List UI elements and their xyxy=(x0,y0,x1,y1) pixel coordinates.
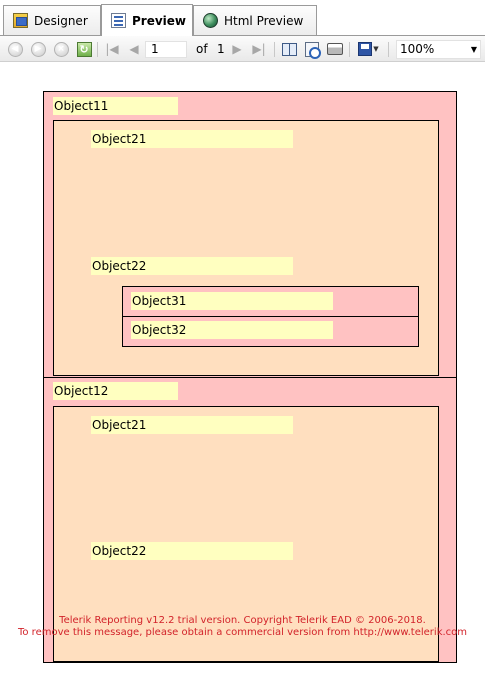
trial-watermark: Telerik Reporting v12.2 trial version. C… xyxy=(0,615,485,639)
first-page-button[interactable]: |◀ xyxy=(103,40,121,58)
back-icon: ◀ xyxy=(7,41,23,57)
tab-strip-border xyxy=(0,35,485,36)
page-of-label: of xyxy=(196,42,208,56)
subreport-section: Object21 xyxy=(53,406,439,534)
nested-detail-row: Object31 xyxy=(122,286,419,317)
tab-preview[interactable]: Preview xyxy=(101,4,193,36)
stop-icon: × xyxy=(53,41,69,57)
subreport-label: Object22 xyxy=(91,542,293,560)
page-setup-button[interactable] xyxy=(303,40,321,59)
html-preview-icon xyxy=(203,13,218,28)
page-setup-icon xyxy=(305,41,321,59)
last-page-button[interactable]: ▶| xyxy=(250,40,268,58)
current-page-input[interactable]: 1 xyxy=(145,41,187,58)
toolbar-separator xyxy=(388,42,389,57)
next-page-button[interactable]: ▶ xyxy=(228,40,246,58)
report-page: Object11 Object21 Object22 Object31 Obje… xyxy=(43,91,457,663)
nested-detail-label: Object32 xyxy=(131,321,333,339)
total-pages-label: 1 xyxy=(217,42,225,56)
subreport-label: Object21 xyxy=(91,130,293,148)
print-button[interactable] xyxy=(326,40,344,58)
save-icon xyxy=(358,42,373,56)
last-page-icon: ▶| xyxy=(252,42,266,56)
previous-page-icon: ◀ xyxy=(129,42,139,56)
refresh-icon: ↻ xyxy=(76,41,92,57)
tab-html-preview[interactable]: Html Preview xyxy=(193,5,317,35)
export-button[interactable]: ▼ xyxy=(355,40,382,58)
tab-html-preview-label: Html Preview xyxy=(224,13,304,28)
print-preview-button[interactable] xyxy=(280,40,298,58)
report-canvas[interactable]: Object11 Object21 Object22 Object31 Obje… xyxy=(0,63,485,681)
report-viewer-toolbar: ◀ ▶ × ↻ |◀ ◀ 1 of 1 ▶ ▶| ▼ 100% ▼ xyxy=(0,36,485,62)
refresh-button[interactable]: ↻ xyxy=(75,40,93,58)
preview-icon xyxy=(111,13,126,28)
subreport-section: Object22 Object31 Object32 xyxy=(53,247,439,376)
stop-button[interactable]: × xyxy=(52,40,70,58)
zoom-value: 100% xyxy=(400,42,435,56)
subreport-label: Object21 xyxy=(91,416,293,434)
first-page-icon: |◀ xyxy=(105,42,119,56)
previous-page-button[interactable]: ◀ xyxy=(125,40,143,58)
zoom-select[interactable]: 100% ▼ xyxy=(396,40,481,59)
back-button[interactable]: ◀ xyxy=(6,40,24,58)
subreport-label: Object22 xyxy=(91,257,293,275)
chevron-down-icon: ▼ xyxy=(470,45,477,54)
book-icon xyxy=(281,42,297,56)
tab-preview-label: Preview xyxy=(132,13,187,28)
watermark-line: Telerik Reporting v12.2 trial version. C… xyxy=(59,615,426,626)
watermark-line: To remove this message, please obtain a … xyxy=(17,627,468,638)
toolbar-separator xyxy=(349,42,350,57)
tab-designer-label: Designer xyxy=(34,13,88,28)
nested-detail-row: Object32 xyxy=(122,316,419,347)
printer-icon xyxy=(327,43,343,55)
tab-strip: Designer Preview Html Preview xyxy=(0,0,485,36)
subreport-section: Object21 xyxy=(53,120,439,248)
forward-icon: ▶ xyxy=(30,41,46,57)
next-page-icon: ▶ xyxy=(232,42,242,56)
forward-button[interactable]: ▶ xyxy=(29,40,47,58)
toolbar-separator xyxy=(274,42,275,57)
tab-designer[interactable]: Designer xyxy=(3,5,101,35)
designer-icon xyxy=(13,13,28,28)
nested-detail-label: Object31 xyxy=(131,292,333,310)
group-section: Object11 Object21 Object22 Object31 Obje… xyxy=(44,92,456,377)
group-header-label: Object12 xyxy=(53,382,178,400)
toolbar-separator xyxy=(97,42,98,57)
group-header-label: Object11 xyxy=(53,97,178,115)
subreport-section: Object22 xyxy=(53,533,439,662)
chevron-down-icon: ▼ xyxy=(373,45,379,53)
